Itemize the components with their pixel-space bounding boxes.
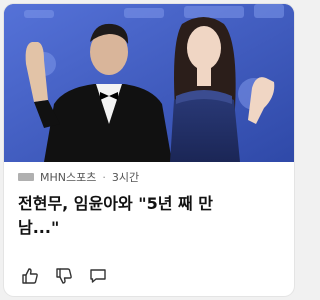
source-logo-icon (18, 173, 34, 181)
comment-icon (90, 269, 106, 283)
thumbnail-photo (4, 4, 294, 162)
source-name[interactable]: MHN스포츠 (40, 169, 96, 185)
thumbs-down-icon (56, 268, 72, 284)
dislike-button[interactable] (54, 266, 74, 286)
article-headline[interactable]: 전현무, 임윤아와 "5년 째 만 남..." (18, 192, 282, 240)
article-meta: MHN스포츠 · 3시간 (18, 170, 139, 184)
article-thumbnail[interactable] (4, 4, 294, 162)
reaction-bar (20, 266, 108, 286)
published-time: 3시간 (111, 171, 140, 184)
thumbs-up-icon (22, 268, 38, 284)
meta-separator: · (102, 170, 106, 184)
like-button[interactable] (20, 266, 40, 286)
comment-button[interactable] (88, 266, 108, 286)
news-card[interactable]: MHN스포츠 · 3시간 전현무, 임윤아와 "5년 째 만 남..." (4, 4, 294, 296)
headline-line-2: 남..." (18, 218, 60, 237)
headline-line-1: 전현무, 임윤아와 "5년 째 만 (18, 194, 214, 213)
